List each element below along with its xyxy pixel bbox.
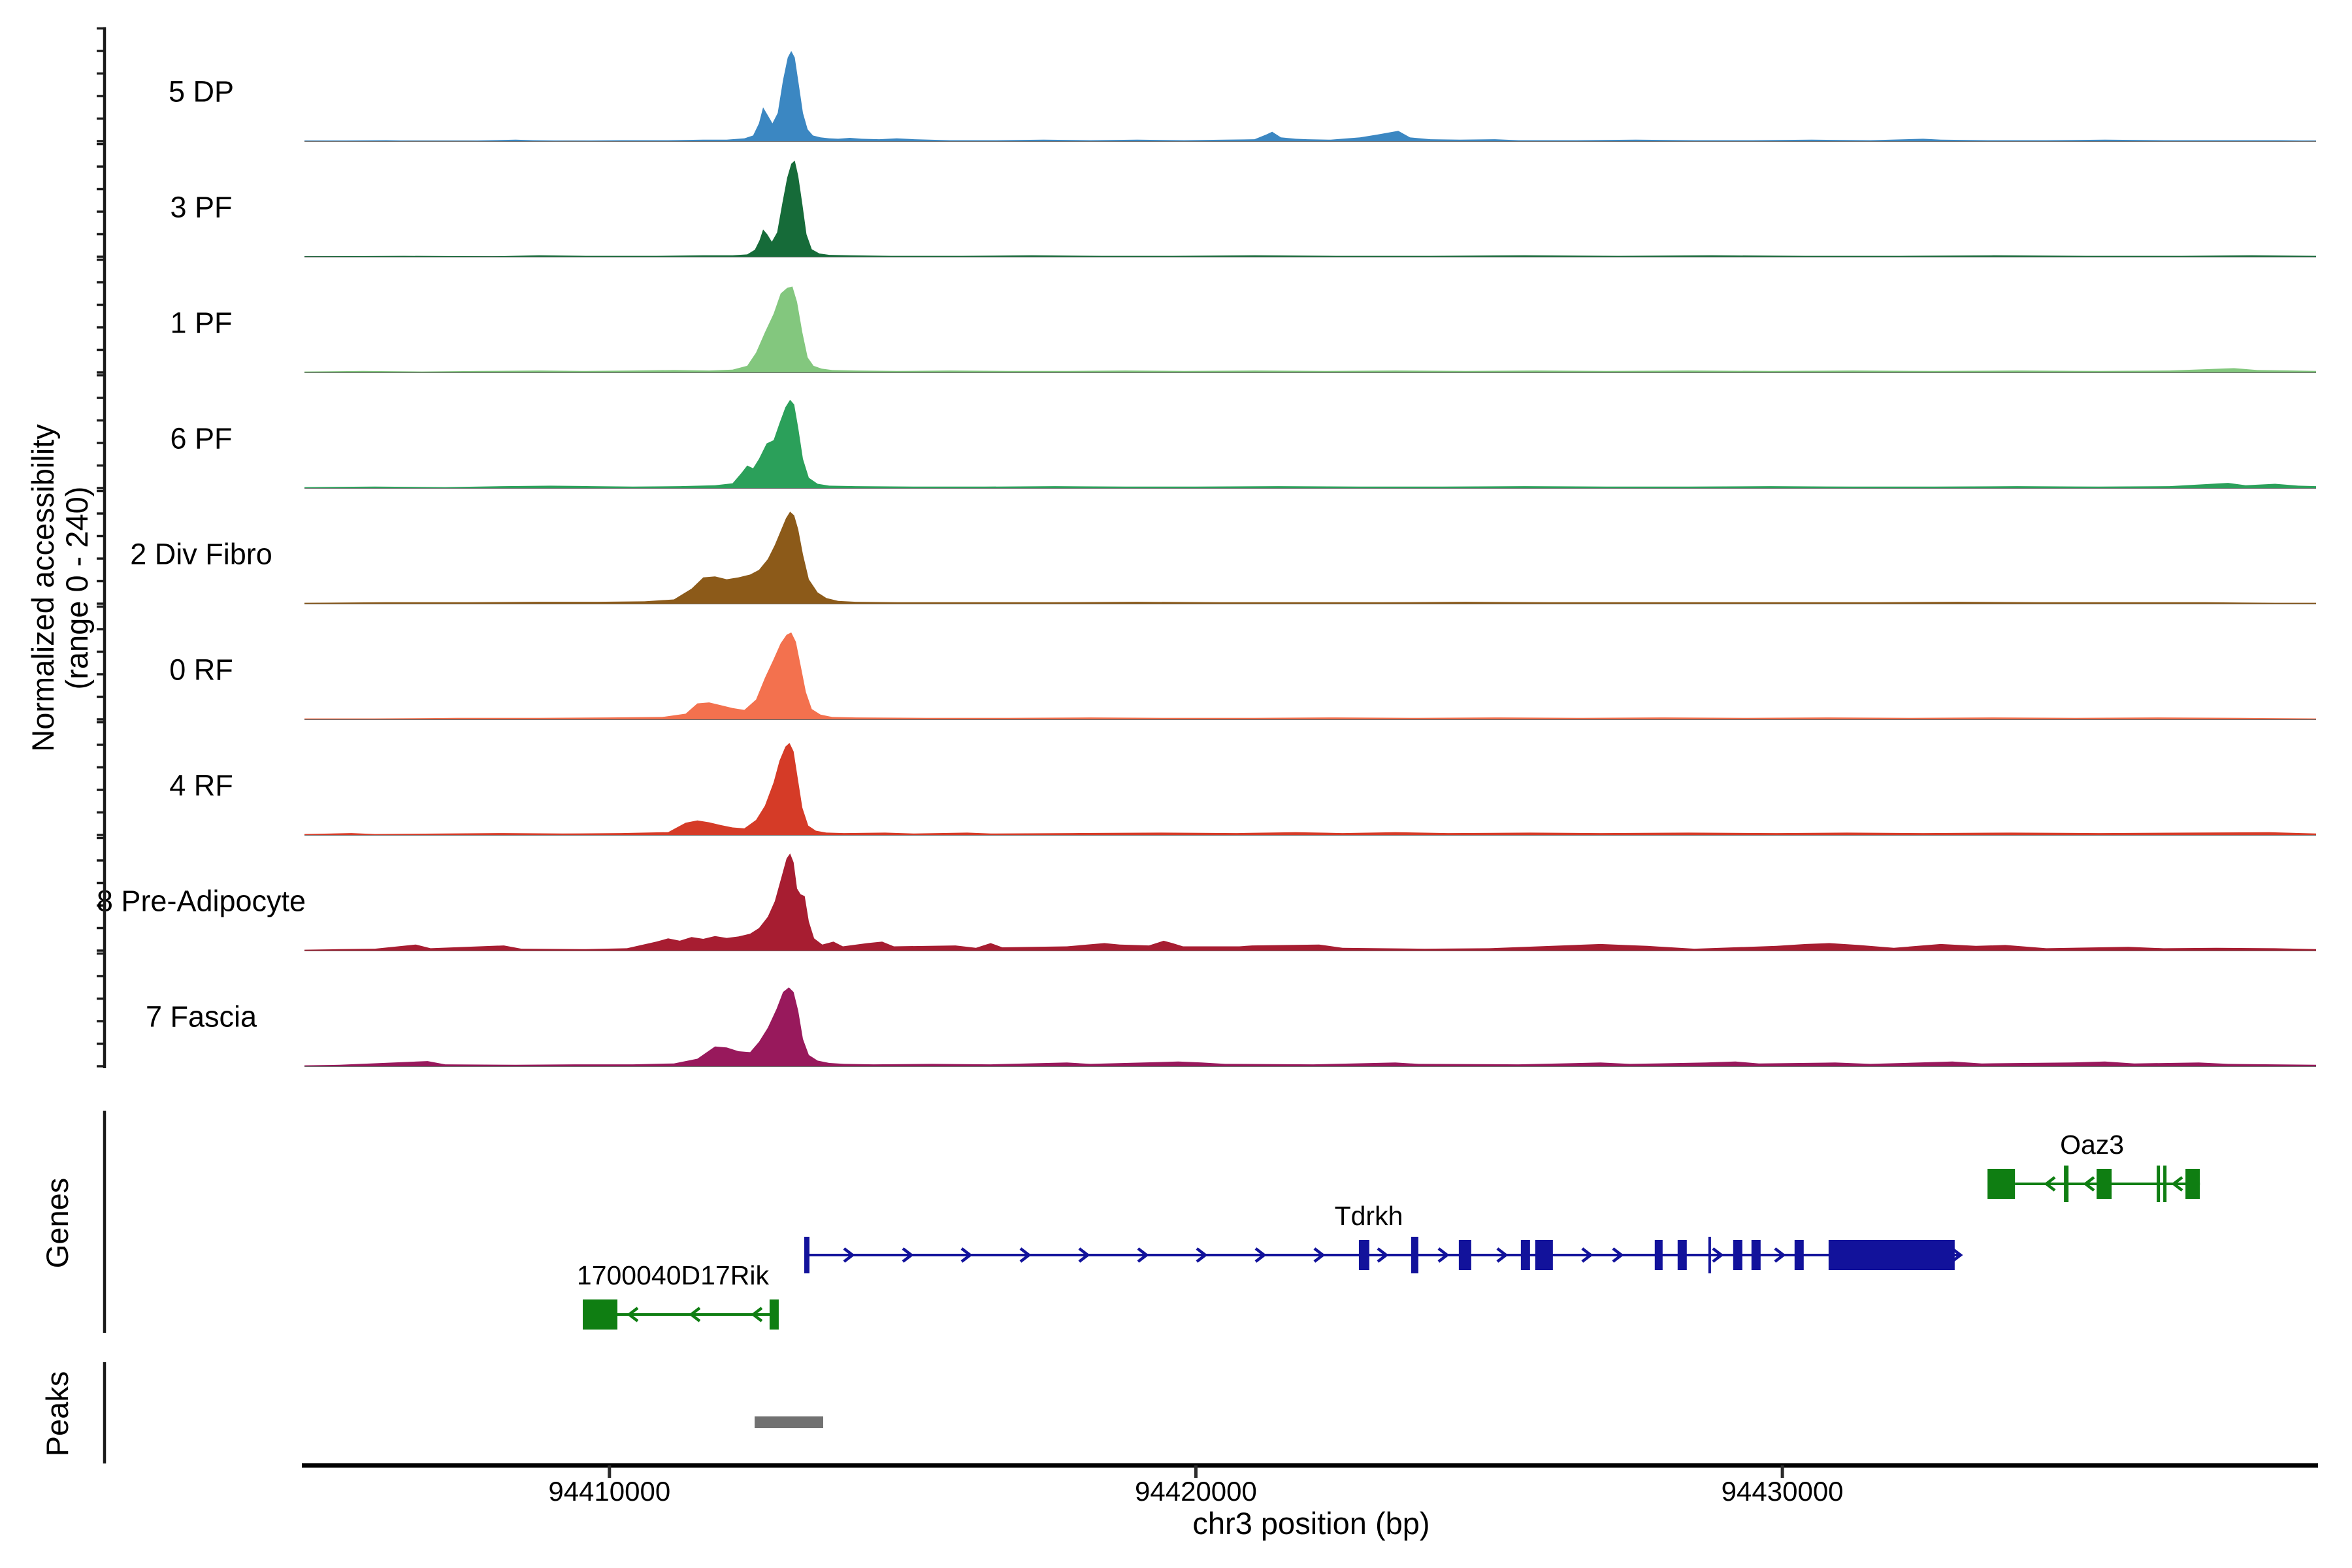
- gene-exon: [2163, 1166, 2166, 1202]
- gene-exon: [1411, 1237, 1418, 1273]
- gene-exon: [1655, 1240, 1663, 1270]
- track-label: 7 Fascia: [146, 1000, 257, 1034]
- peaks-section-label: Peaks: [40, 1371, 74, 1457]
- coverage-signal: [304, 287, 2316, 373]
- track-label: 6 PF: [170, 422, 232, 455]
- genes-section-label: Genes: [40, 1178, 74, 1268]
- x-axis-tick-label: 94420000: [1135, 1476, 1257, 1507]
- gene-exon: [1752, 1240, 1761, 1270]
- track-label: 3 PF: [170, 191, 232, 224]
- gene-name-label: Oaz3: [2060, 1130, 2124, 1160]
- coverage-track-5-dp: 5 DP: [97, 29, 2316, 142]
- gene-exon: [2097, 1169, 2112, 1199]
- gene-exon: [770, 1299, 779, 1330]
- coverage-track-3-pf: 3 PF: [97, 144, 2316, 257]
- coverage-track-7-fascia: 7 Fascia: [97, 954, 2316, 1067]
- coverage-track-4-rf: 4 RF: [97, 723, 2316, 836]
- gene-exon: [1708, 1237, 1711, 1273]
- y-axis-title-line2: (range 0 - 240): [59, 487, 94, 690]
- figure-canvas: 5 DP 3 PF 1 PF 6 PF 2 Div Fibro 0 RF 4 RF 8 Pre…: [0, 0, 2352, 1568]
- coverage-signal: [304, 987, 2316, 1066]
- track-label: 2 Div Fibro: [130, 538, 272, 571]
- track-label: 8 Pre-Adipocyte: [97, 885, 306, 918]
- gene-model-tdrkh: Tdrkh: [804, 1201, 1961, 1273]
- gene-name-label: Tdrkh: [1335, 1201, 1403, 1231]
- coverage-signal: [304, 632, 2316, 719]
- gene-exon: [583, 1299, 617, 1330]
- gene-name-label: 1700040D17Rik: [577, 1260, 770, 1290]
- gene-exon: [1987, 1169, 2015, 1199]
- gene-exon: [2185, 1169, 2200, 1199]
- coverage-track-0-rf: 0 RF: [97, 607, 2316, 720]
- coverage-signal: [304, 853, 2316, 951]
- coverage-track-2-div-fibro: 2 Div Fibro: [97, 491, 2316, 604]
- x-axis-title: chr3 position (bp): [1192, 1506, 1429, 1541]
- gene-exon: [1535, 1240, 1553, 1270]
- gene-exon: [1359, 1240, 1369, 1270]
- y-axis-title-line1: Normalized accessibility: [25, 424, 60, 752]
- gene-exon: [804, 1237, 809, 1273]
- track-label: 5 DP: [169, 75, 234, 108]
- coverage-track-1-pf: 1 PF: [97, 260, 2316, 373]
- gene-model-oaz3: Oaz3: [1987, 1130, 2200, 1202]
- coverage-signal: [304, 161, 2316, 257]
- genome-coverage-figure: 5 DP 3 PF 1 PF 6 PF 2 Div Fibro 0 RF 4 RF 8 Pre…: [0, 0, 2352, 1568]
- x-axis-tick-label: 94430000: [1722, 1476, 1844, 1507]
- track-label: 4 RF: [169, 769, 233, 802]
- track-label: 0 RF: [169, 653, 233, 687]
- coverage-signal: [304, 51, 2316, 141]
- gene-exon: [2157, 1166, 2160, 1202]
- coverage-track-6-pf: 6 PF: [97, 376, 2316, 489]
- gene-model-1700040d17rik: 1700040D17Rik: [577, 1260, 779, 1330]
- gene-exon: [1795, 1240, 1804, 1270]
- gene-exon: [1733, 1240, 1742, 1270]
- gene-exon: [1829, 1240, 1955, 1270]
- gene-exon: [2064, 1166, 2068, 1202]
- peak-region-bar: [755, 1416, 823, 1428]
- x-axis-tick-label: 94410000: [548, 1476, 670, 1507]
- gene-exon: [1459, 1240, 1471, 1270]
- coverage-signal: [304, 512, 2316, 604]
- track-label: 1 PF: [170, 306, 232, 340]
- gene-exon: [1678, 1240, 1687, 1270]
- coverage-signal: [304, 743, 2316, 835]
- coverage-signal: [304, 400, 2316, 488]
- generated-plot-layer: 5 DP 3 PF 1 PF 6 PF 2 Div Fibro 0 RF 4 RF 8 Pre…: [97, 27, 2318, 1507]
- coverage-track-8-pre-adipocyte: 8 Pre-Adipocyte: [97, 838, 2316, 951]
- gene-exon: [1521, 1240, 1530, 1270]
